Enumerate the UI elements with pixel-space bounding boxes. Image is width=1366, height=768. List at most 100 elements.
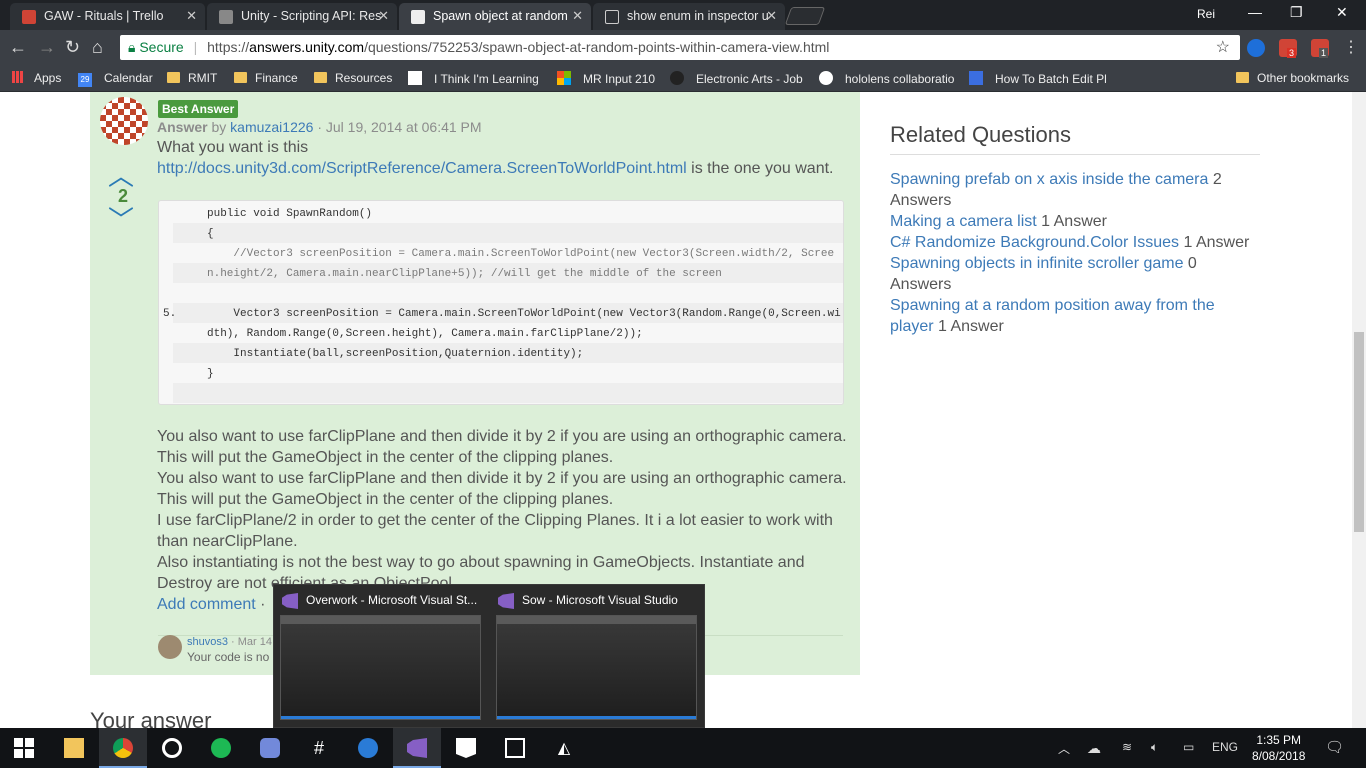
plus-icon [969,71,983,85]
start-button[interactable] [0,728,48,768]
gmail-icon[interactable]: 3 [1279,39,1297,58]
bookmark-rmit[interactable]: RMIT [167,71,217,85]
folder-icon [1236,72,1249,83]
tab-trello[interactable]: GAW - Rituals | Trello ✕ [10,3,205,30]
google-icon [819,71,833,85]
taskbar-chrome[interactable] [99,728,147,768]
avatar[interactable] [100,97,148,145]
bookmark-ea[interactable]: Electronic Arts - Job [670,71,803,86]
scrollbar-thumb[interactable] [1354,332,1364,532]
related-link[interactable]: Spawning objects in infinite scroller ga… [890,255,1183,272]
language-indicator[interactable]: ENG [1212,740,1238,754]
doc-link[interactable]: http://docs.unity3d.com/ScriptReference/… [157,160,687,177]
code-line: public void SpawnRandom() [173,203,843,223]
taskbar-unity[interactable] [491,728,539,768]
restore-icon[interactable]: ❐ [1290,4,1303,21]
visual-studio-icon [282,593,298,609]
address-bar[interactable]: 🔒︎ Secure | https://answers.unity.com/qu… [120,35,1240,60]
home-icon[interactable]: ⌂ [92,37,103,58]
close-icon[interactable]: ✕ [766,8,777,24]
chrome-icon [113,738,133,758]
clock[interactable]: 1:35 PM 8/08/2018 [1252,732,1305,764]
taskbar-app[interactable] [148,728,196,768]
close-window-icon[interactable]: ✕ [1336,4,1348,21]
related-link[interactable]: C# Randomize Background.Color Issues [890,234,1179,251]
new-tab-button[interactable] [784,7,826,25]
notifications-icon[interactable]: 1 [1311,39,1329,58]
code-text: } [207,368,214,380]
bookmark-calendar[interactable]: 29 Calendar [78,71,153,87]
slack-icon: # [313,738,324,758]
add-comment-link[interactable]: Add comment [157,596,256,613]
bookmarks-bar: Apps 29 Calendar RMIT Finance Resources I… [0,65,1366,92]
downvote-icon[interactable]: ﹀ [108,200,134,237]
comment-author-link[interactable]: shuvos3 [187,636,228,648]
comment-avatar[interactable] [158,635,182,659]
bookmark-mr-input[interactable]: MR Input 210 [557,71,655,86]
volume-icon[interactable]: 🔈︎ [1151,740,1158,755]
bookmark-star-icon[interactable]: ☆ [1216,37,1230,57]
related-item: C# Randomize Background.Color Issues 1 A… [890,234,1250,251]
related-item: Making a camera list 1 Answer [890,213,1107,230]
wifi-icon[interactable]: ≋ [1122,740,1132,754]
back-icon[interactable]: ← [9,37,27,58]
code-text: //Vector3 screenPosition = Camera.main.S… [207,248,835,260]
close-icon[interactable]: ✕ [572,8,583,24]
profile-name[interactable]: Rei [1197,7,1215,21]
related-link[interactable]: Making a camera list [890,213,1037,230]
bookmark-hololens[interactable]: hololens collaboratio [819,71,954,86]
tab-title: Unity - Scripting API: Res [241,9,382,23]
taskbar-discord[interactable] [246,728,294,768]
close-icon[interactable]: ✕ [378,8,389,24]
code-line: 5. Vector3 screenPosition = Camera.main.… [163,303,843,323]
microsoft-icon [557,71,571,85]
answer-meta: Answer by kamuzai1226 · Jul 19, 2014 at … [157,119,482,135]
taskbar-explorer[interactable] [50,728,98,768]
maps-icon [358,738,378,758]
taskbar-preview: Overwork - Microsoft Visual St... Sow - … [273,584,705,728]
taskbar-spotify[interactable] [197,728,245,768]
menu-icon[interactable]: ⋮ [1343,37,1359,57]
tab-show-enum[interactable]: show enum in inspector u ✕ [593,3,785,30]
tab-spawn-object[interactable]: Spawn object at random ✕ [399,3,591,30]
taskbar-maps[interactable] [344,728,392,768]
window-preview-overwork[interactable]: Overwork - Microsoft Visual St... [274,585,488,729]
url-path: /questions/752253/spawn-object-at-random… [364,39,830,55]
discord-icon [260,738,280,758]
related-link[interactable]: Spawning prefab on x axis inside the cam… [890,171,1208,188]
visual-studio-icon [407,738,427,758]
taskbar-unity-hub[interactable]: ◭ [540,728,588,768]
tray-chevron-icon[interactable]: ︿ [1058,740,1070,757]
minimize-icon[interactable]: — [1248,4,1262,20]
reload-icon[interactable]: ↻ [65,37,80,58]
apps-grid-icon [12,71,24,83]
scrollbar[interactable] [1352,92,1366,728]
bookmark-finance[interactable]: Finance [234,71,298,85]
bookmark-batch-edit[interactable]: How To Batch Edit Pl [969,71,1107,86]
secure-label: Secure [139,39,184,55]
taskbar-slack[interactable]: # [295,728,343,768]
action-center-icon[interactable]: 🗨︎ [1325,738,1344,756]
taskbar-visual-studio[interactable] [393,728,441,768]
code-line: { [173,223,843,243]
code-line: Instantiate(ball,screenPosition,Quaterni… [173,343,843,363]
toolbar: ← → ↻ ⌂ 🔒︎ Secure | https://answers.unit… [0,30,1366,65]
forward-icon[interactable]: → [38,37,56,58]
bookmark-resources[interactable]: Resources [314,71,392,85]
ea-icon [670,71,684,85]
preview-title: Overwork - Microsoft Visual St... [306,593,478,607]
tab-unity-scripting[interactable]: Unity - Scripting API: Res ✕ [207,3,397,30]
bookmark-other[interactable]: Other bookmarks [1236,71,1349,85]
window-preview-sow[interactable]: Sow - Microsoft Visual Studio [490,585,704,729]
tab-title: show enum in inspector u [627,9,769,23]
best-answer-badge: Best Answer [158,100,239,118]
bookmark-learning[interactable]: I Think I'm Learning [408,71,539,86]
close-icon[interactable]: ✕ [186,8,197,24]
onedrive-icon[interactable]: ☁ [1087,740,1101,757]
author-link[interactable]: kamuzai1226 [230,119,313,135]
battery-icon[interactable]: ▭ [1183,740,1194,754]
extension-icon[interactable] [1247,39,1265,57]
url-scheme: https:// [207,39,250,55]
taskbar-epic[interactable] [442,728,490,768]
bookmark-apps[interactable]: Apps [12,71,61,85]
